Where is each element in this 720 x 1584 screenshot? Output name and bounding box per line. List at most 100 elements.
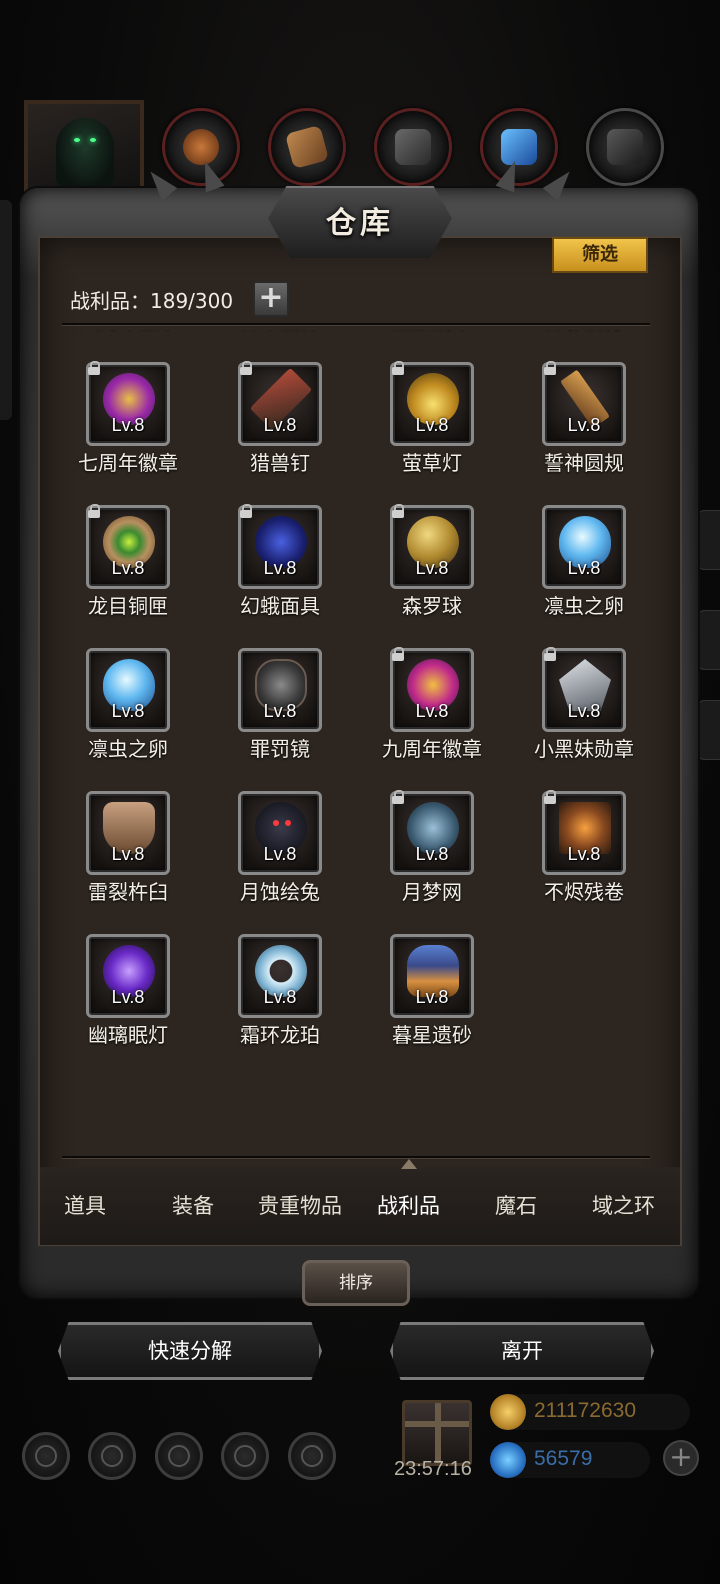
item-cell[interactable]: Lv.8六周年徽章 <box>62 330 214 355</box>
hud-inventory-button[interactable] <box>288 1432 336 1480</box>
hud-settings-button[interactable] <box>22 1432 70 1480</box>
item-cell[interactable]: Lv.8 月蚀绘兔 <box>214 784 366 927</box>
item-cell[interactable]: Lv.8 誓神圆规 <box>518 355 652 498</box>
item-slot[interactable]: Lv.8 <box>542 647 626 732</box>
item-slot[interactable]: Lv.8 <box>86 934 170 1018</box>
tab-domain-rings[interactable]: 域之环 <box>592 1190 655 1220</box>
hud-mail-button[interactable] <box>221 1432 269 1480</box>
left-side-tab[interactable] <box>0 200 12 420</box>
item-slot[interactable]: Lv.8 <box>238 934 322 1018</box>
gold-currency: 211172630 <box>490 1394 690 1430</box>
item-cell[interactable]: Lv.8血族铜币 <box>366 330 518 355</box>
tab-loot[interactable]: 战利品 <box>377 1190 440 1220</box>
tab-items[interactable]: 道具 <box>64 1190 106 1220</box>
item-cell[interactable]: Lv.8 不烬残卷 <box>518 784 652 927</box>
lock-icon <box>391 647 405 661</box>
capacity-label: 战利品：189/300 <box>70 289 234 313</box>
item-level: Lv.8 <box>111 844 145 864</box>
item-name: 小黑妹勋章 <box>534 737 634 761</box>
expand-capacity-button[interactable]: + <box>253 281 289 317</box>
item-slot[interactable]: Lv.8 <box>542 790 626 875</box>
item-slot[interactable]: Lv.8 <box>390 934 474 1018</box>
sort-button[interactable]: 排序 <box>302 1260 410 1306</box>
right-side-tab[interactable] <box>698 610 720 670</box>
gift-ribbon <box>405 1421 469 1427</box>
item-slot[interactable]: Lv.8 <box>86 791 170 875</box>
item-cell[interactable]: Lv.8 萤草灯 <box>366 355 518 498</box>
item-level: Lv.8 <box>111 558 145 578</box>
item-slot[interactable]: Lv.8 <box>390 504 474 589</box>
gift-ribbon <box>435 1403 441 1463</box>
item-slot[interactable]: Lv.8 <box>542 361 626 446</box>
item-cell[interactable]: Lv.8 小黑妹勋章 <box>518 641 652 784</box>
item-level: Lv.8 <box>415 415 449 435</box>
item-slot[interactable]: Lv.8 <box>390 647 474 732</box>
item-level: Lv.8 <box>567 415 601 435</box>
filter-button[interactable]: 筛选 <box>552 237 648 273</box>
top-tab-anvil[interactable] <box>586 108 664 186</box>
item-slot[interactable]: Lv.8 <box>390 790 474 875</box>
item-grid-scroll-area[interactable]: Lv.8六周年徽章Lv.8神木酒杯Lv.8血族铜币Lv.8辟邪桃符Lv.8七周年… <box>62 330 652 1150</box>
item-level: Lv.8 <box>415 558 449 578</box>
top-tab-stairs[interactable] <box>374 108 452 186</box>
item-cell[interactable]: Lv.8 森罗球 <box>366 498 518 641</box>
tab-equipment[interactable]: 装备 <box>172 1190 214 1220</box>
right-side-tab[interactable] <box>698 510 720 570</box>
item-name: 六周年徽章 <box>62 330 194 333</box>
quick-decompose-button[interactable]: 快速分解 <box>58 1322 322 1380</box>
item-cell[interactable]: Lv.8 幻蛾面具 <box>214 498 366 641</box>
item-cell[interactable]: Lv.8 凛虫之卵 <box>62 641 214 784</box>
item-slot[interactable]: Lv.8 <box>86 648 170 732</box>
lock-icon <box>239 504 253 518</box>
item-cell[interactable]: Lv.8辟邪桃符 <box>518 330 652 355</box>
item-cell[interactable]: Lv.8 雷裂杵臼 <box>62 784 214 927</box>
item-slot[interactable]: Lv.8 <box>238 648 322 732</box>
add-gems-button[interactable]: + <box>663 1440 699 1476</box>
lock-icon <box>391 790 405 804</box>
hud-star-button[interactable] <box>88 1432 136 1480</box>
item-slot[interactable]: Lv.8 <box>238 791 322 875</box>
leave-button[interactable]: 离开 <box>390 1322 654 1380</box>
item-name: 神木酒杯 <box>214 330 346 333</box>
item-slot[interactable]: Lv.8 <box>542 505 626 589</box>
hero-portrait[interactable] <box>24 100 144 195</box>
gear-icon <box>35 1445 57 1467</box>
item-name: 辟邪桃符 <box>518 330 650 333</box>
item-cell[interactable]: Lv.8 幽璃眠灯 <box>62 927 214 1070</box>
item-slot[interactable]: Lv.8 <box>390 361 474 446</box>
gift-timer: 23:57:16 <box>394 1458 472 1480</box>
item-cell[interactable]: Lv.8 七周年徽章 <box>62 355 214 498</box>
item-slot[interactable]: Lv.8 <box>86 361 170 446</box>
item-cell[interactable]: Lv.8 暮星遗砂 <box>366 927 518 1070</box>
item-level: Lv.8 <box>263 558 297 578</box>
tab-valuables[interactable]: 贵重物品 <box>258 1190 342 1220</box>
lock-icon <box>87 361 101 375</box>
item-name: 幽璃眠灯 <box>88 1023 168 1047</box>
item-name: 罪罚镜 <box>250 737 310 761</box>
item-slot[interactable]: Lv.8 <box>238 504 322 589</box>
hud-guild-button[interactable] <box>155 1432 203 1480</box>
item-cell[interactable]: Lv.8 凛虫之卵 <box>518 498 652 641</box>
item-cell[interactable]: Lv.8 罪罚镜 <box>214 641 366 784</box>
item-cell[interactable]: Lv.8神木酒杯 <box>214 330 366 355</box>
right-side-tab[interactable] <box>698 700 720 760</box>
item-cell[interactable]: Lv.8 霜环龙珀 <box>214 927 366 1070</box>
item-level: Lv.8 <box>415 987 449 1007</box>
tab-magic-stones[interactable]: 魔石 <box>495 1190 537 1220</box>
item-level: Lv.8 <box>567 701 601 721</box>
top-tab-book[interactable] <box>268 108 346 186</box>
lock-icon <box>391 361 405 375</box>
item-cell[interactable]: Lv.8 猎兽钉 <box>214 355 366 498</box>
item-grid: Lv.8六周年徽章Lv.8神木酒杯Lv.8血族铜币Lv.8辟邪桃符Lv.8七周年… <box>62 330 652 1070</box>
item-slot[interactable]: Lv.8 <box>86 504 170 589</box>
anvil-icon <box>607 129 643 165</box>
stairs-icon <box>395 129 431 165</box>
item-level: Lv.8 <box>415 701 449 721</box>
item-cell[interactable]: Lv.8 九周年徽章 <box>366 641 518 784</box>
gem-amount: 56579 <box>534 1447 593 1470</box>
item-cell[interactable]: Lv.8 月梦网 <box>366 784 518 927</box>
item-cell[interactable]: Lv.8 龙目铜匣 <box>62 498 214 641</box>
item-slot[interactable]: Lv.8 <box>238 361 322 446</box>
gift-box-button[interactable] <box>402 1400 472 1466</box>
gold-coin-icon <box>490 1394 526 1430</box>
